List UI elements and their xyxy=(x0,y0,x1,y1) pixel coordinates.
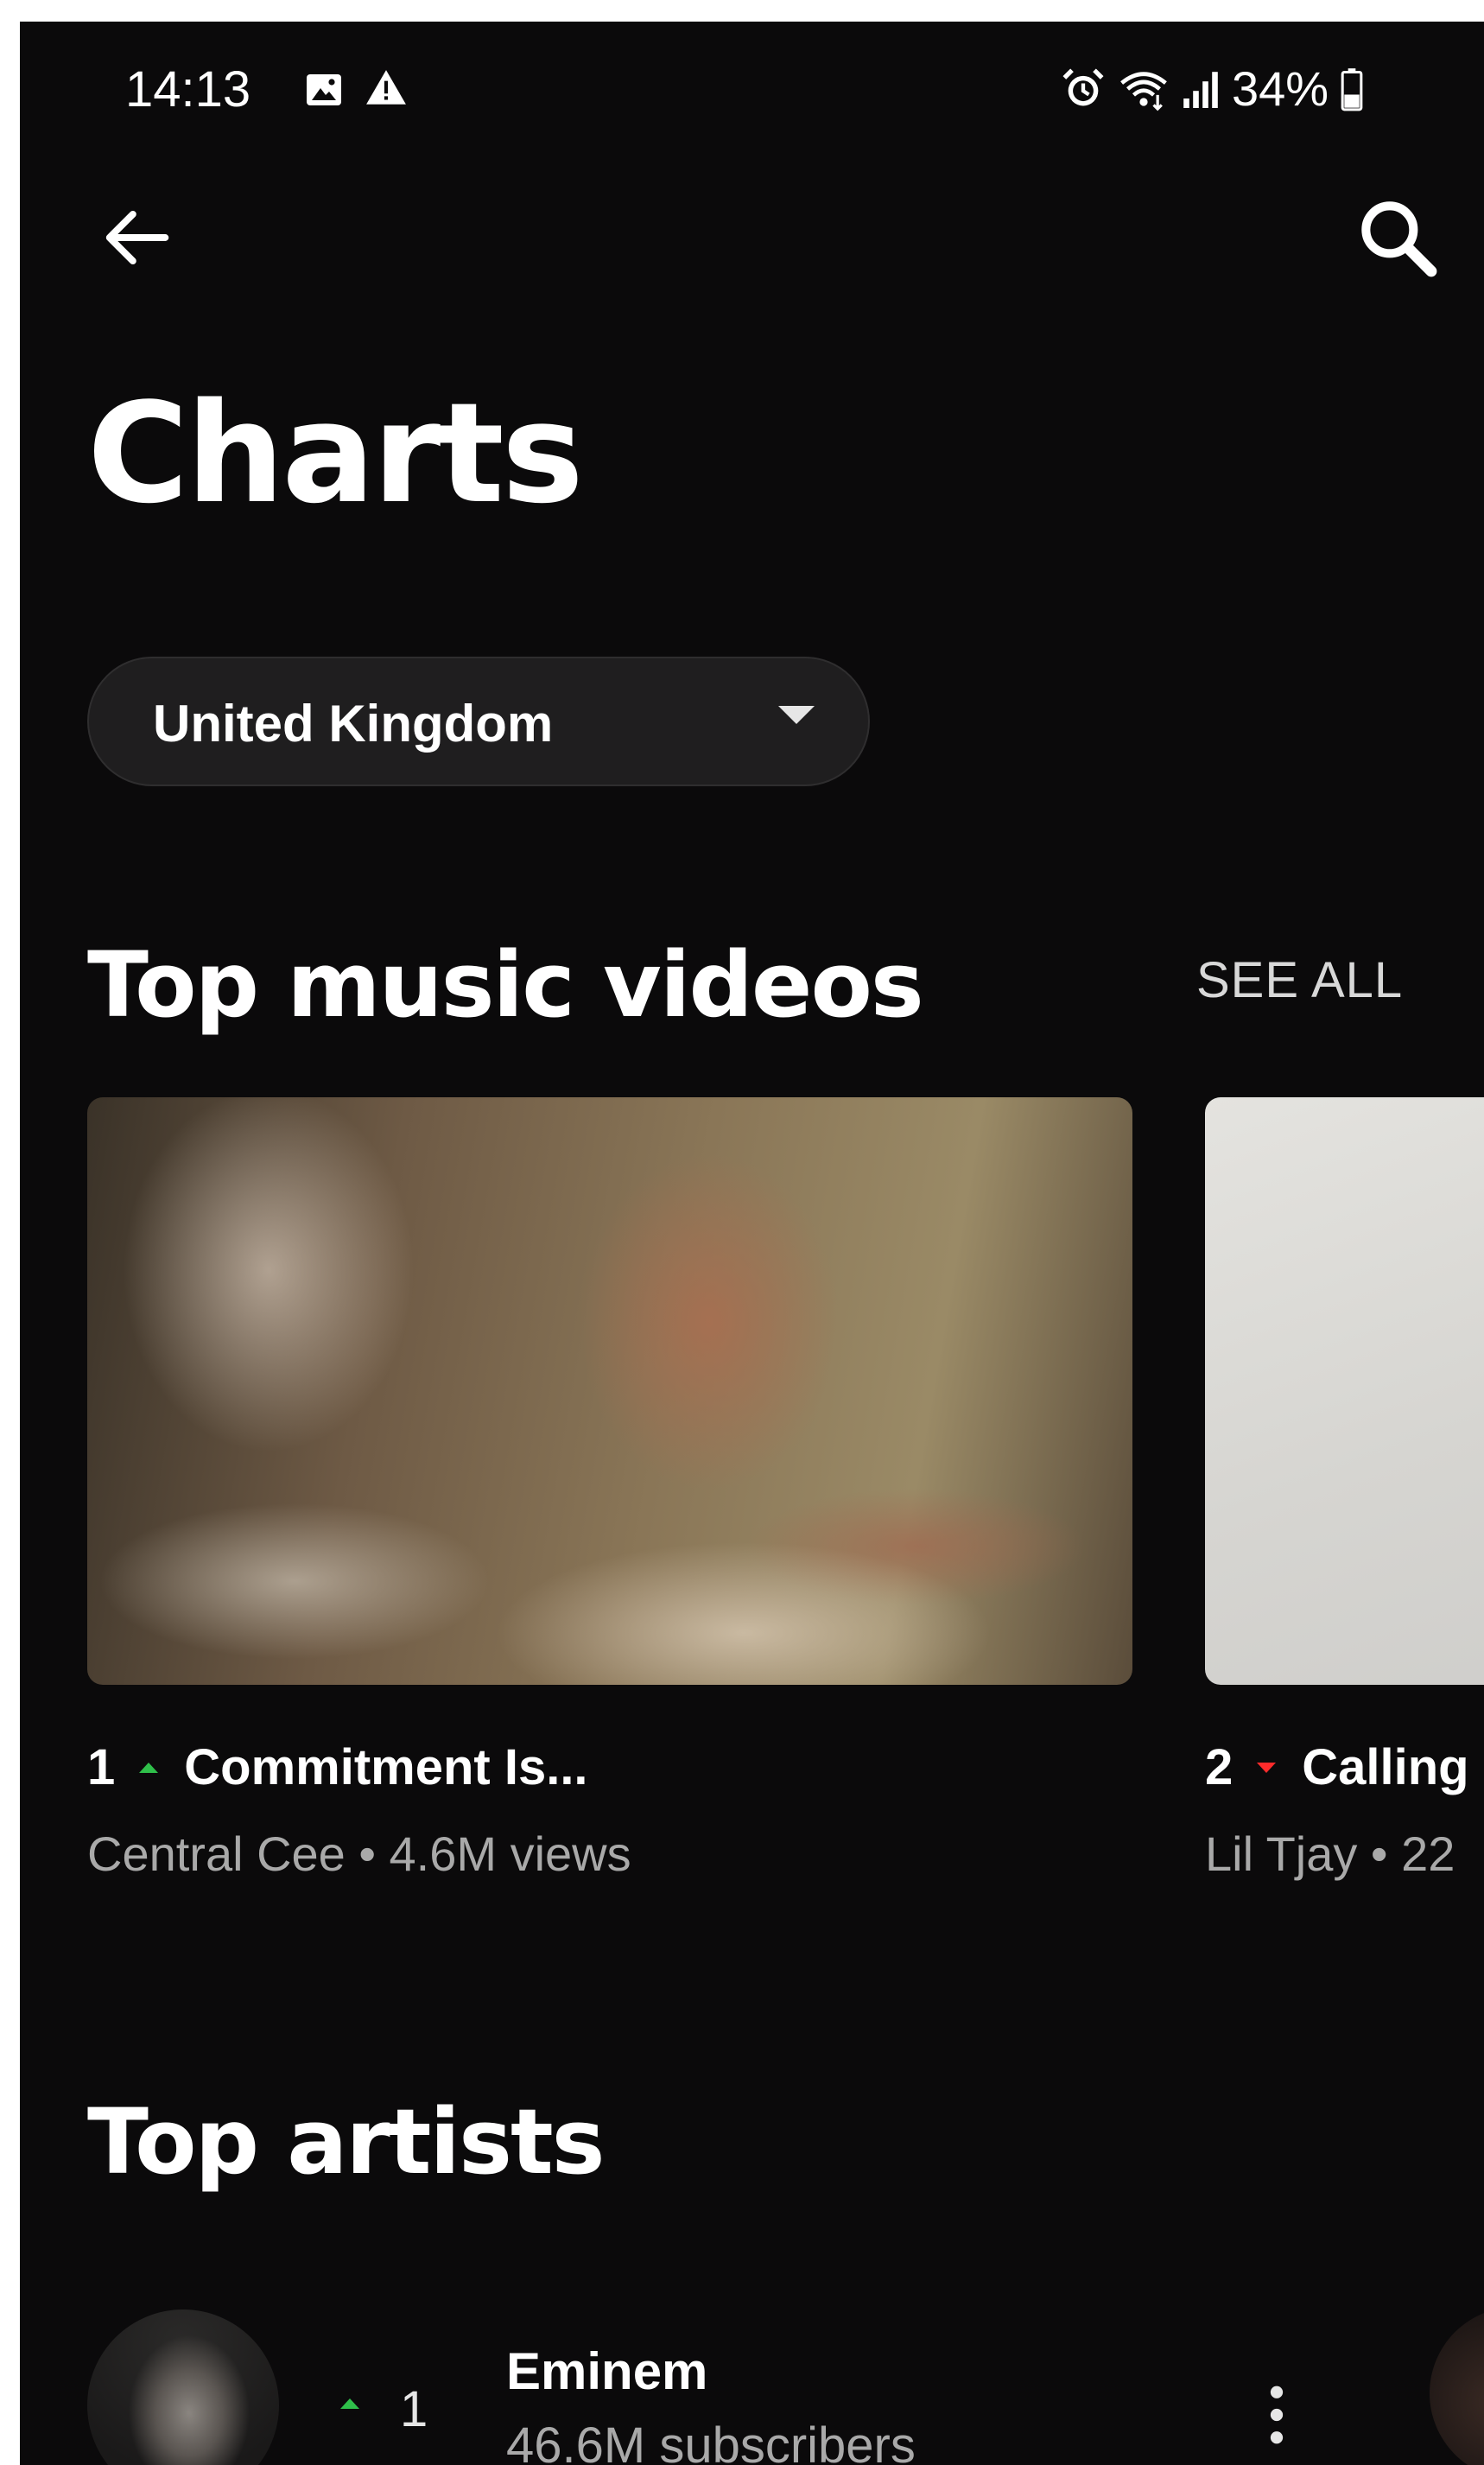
video-thumbnail-2[interactable] xyxy=(1205,1097,1484,1685)
video-meta-1: Central Cee • 4.6M views xyxy=(87,1827,631,1881)
video-title-1: Commitment Is... xyxy=(184,1739,588,1795)
arrow-back-icon xyxy=(105,210,169,265)
search-button[interactable] xyxy=(1350,190,1445,285)
see-all-button[interactable]: SEE ALL xyxy=(1196,956,1403,1006)
video-card-2-title-row[interactable]: 2 Calling xyxy=(1205,1743,1469,1793)
video-rank-2: 2 xyxy=(1205,1739,1233,1795)
trend-up-icon xyxy=(139,1763,159,1773)
gallery-icon xyxy=(307,74,341,105)
video-rank-1: 1 xyxy=(87,1739,116,1795)
wifi-icon xyxy=(1120,72,1167,111)
caret-down-icon xyxy=(778,706,815,724)
artist-menu-button[interactable] xyxy=(1251,2376,1303,2454)
video-title-2: Calling xyxy=(1302,1739,1469,1795)
battery-percent: 34% xyxy=(1232,61,1329,116)
country-selected-value: United Kingdom xyxy=(153,695,554,753)
artist-avatar-2[interactable] xyxy=(1430,2307,1484,2465)
trend-down-icon xyxy=(1257,1763,1277,1773)
section-title-top-artists: Top artists xyxy=(87,2089,606,2195)
section-title-top-music-videos: Top music videos xyxy=(87,932,924,1038)
artist-avatar-1[interactable] xyxy=(87,2309,279,2465)
artist-name-1[interactable]: Eminem xyxy=(506,2346,707,2398)
status-time: 14:13 xyxy=(125,61,251,118)
artist-subscribers-1: 46.6M subscribers xyxy=(506,2417,916,2465)
video-meta-2: Lil Tjay • 22 xyxy=(1205,1827,1455,1881)
more-vert-icon xyxy=(1270,2386,1284,2444)
battery-icon xyxy=(1341,68,1363,111)
app-screen: 14:13 34% Charts United Kingdom Top musi… xyxy=(20,22,1484,2465)
signal-icon xyxy=(1183,72,1218,108)
video-thumbnail-1[interactable] xyxy=(87,1097,1132,1685)
video-card-1-title-row[interactable]: 1 Commitment Is... xyxy=(87,1743,588,1793)
alarm-icon xyxy=(1062,68,1104,106)
country-dropdown[interactable]: United Kingdom xyxy=(87,657,870,786)
warning-icon xyxy=(366,70,406,105)
back-button[interactable] xyxy=(93,194,180,281)
page-title: Charts xyxy=(87,372,584,534)
search-icon xyxy=(1361,201,1437,277)
status-right-group: 34% xyxy=(1061,65,1363,113)
artist-rank-1: 1 xyxy=(400,2381,428,2437)
trend-up-icon xyxy=(340,2398,359,2409)
